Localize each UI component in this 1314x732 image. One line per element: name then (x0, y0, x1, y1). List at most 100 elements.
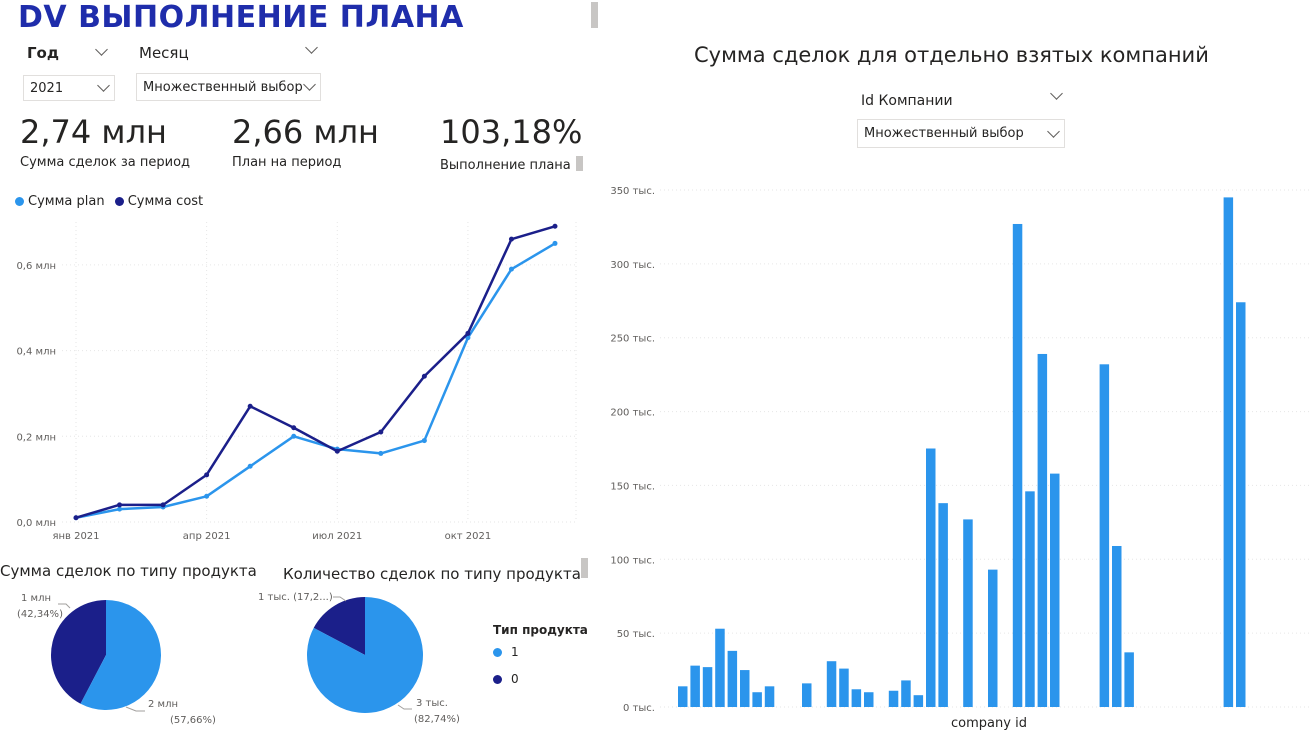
chevron-down-icon (97, 79, 110, 92)
data-point (421, 438, 427, 444)
kpi-label-percent: Выполнение плана (440, 158, 571, 173)
chevron-down-icon[interactable] (305, 41, 318, 54)
bar (963, 519, 973, 707)
scrollbar-stub[interactable] (581, 558, 588, 578)
legend-dot-cost (114, 197, 124, 206)
data-point (117, 506, 123, 512)
y-tick-label: 350 тыс. (610, 186, 655, 197)
company-dropdown[interactable]: Множественный выбор (857, 119, 1065, 148)
bar (1025, 491, 1035, 707)
legend-label-0: 0 (511, 672, 519, 686)
legend-dot-0 (493, 675, 502, 684)
scrollbar-stub[interactable] (576, 156, 583, 171)
data-point (291, 433, 297, 439)
bar-chart: 0 тыс. 50 тыс. 100 тыс. 150 тыс. 200 тыс. 250… (610, 186, 1310, 731)
slice-label: 3 тыс. (416, 698, 448, 709)
bar (913, 695, 924, 707)
pie-sum-title: Сумма сделок по типу продукта (0, 562, 257, 580)
bar (938, 503, 948, 707)
series-line-cost (75, 225, 556, 519)
pie-legend-title: Тип продукта (493, 623, 588, 637)
slice-label: 1 тыс. (17,2...) (258, 592, 333, 603)
bar (727, 650, 738, 707)
data-point (73, 515, 79, 521)
bar (926, 448, 936, 707)
bar (888, 690, 899, 707)
bar (826, 661, 837, 707)
bar (1012, 223, 1023, 707)
slice-label: (57,66%) (170, 715, 216, 726)
y-tick-label: 250 тыс. (610, 334, 655, 345)
y-tick-label: 0,0 млн (16, 518, 56, 529)
data-point (421, 373, 427, 379)
chevron-down-icon[interactable] (95, 43, 108, 56)
bar (1099, 364, 1110, 707)
bar (864, 692, 874, 707)
kpi-label-plan: План на период (232, 155, 342, 170)
leader-line (58, 603, 71, 609)
data-point (247, 463, 253, 469)
data-point (465, 330, 471, 336)
data-point (117, 502, 123, 508)
leader-line (125, 706, 145, 712)
bar (851, 689, 862, 707)
company-slicer-label: Id Компании (861, 93, 953, 109)
data-point (204, 472, 210, 478)
legend-label-1: 1 (511, 645, 519, 659)
leader-line (397, 704, 412, 710)
bar (1050, 473, 1060, 707)
data-point (160, 502, 166, 508)
year-slicer-label: Год (27, 44, 59, 62)
slice-label: (82,74%) (414, 714, 460, 725)
bar (802, 683, 812, 707)
data-point (508, 266, 514, 272)
bar (764, 686, 775, 707)
pie-legend-item: 0 (493, 672, 519, 686)
bar (690, 665, 700, 707)
year-dropdown[interactable]: 2021 (23, 75, 115, 101)
bar (1112, 545, 1122, 707)
chevron-down-icon[interactable] (1050, 87, 1063, 100)
company-dropdown-value: Множественный выбор (864, 126, 1024, 141)
x-tick-label: июл 2021 (312, 531, 362, 542)
kpi-value-sum: 2,74 млн (20, 113, 167, 151)
bar (901, 680, 911, 707)
data-point (247, 403, 253, 409)
bar (740, 670, 750, 707)
data-point (334, 448, 340, 454)
bar (1037, 353, 1048, 707)
pie-legend-item: 1 (493, 645, 519, 659)
month-dropdown[interactable]: Множественный выбор (136, 73, 321, 101)
pie-count-title: Количество сделок по типу продукта (283, 565, 581, 583)
slice-label: (42,34%) (17, 609, 63, 620)
series-line-plan (75, 242, 556, 519)
bar (678, 686, 688, 707)
y-tick-label: 0,4 млн (16, 347, 56, 358)
leader-line (333, 596, 347, 602)
data-point (204, 493, 210, 499)
legend-label-plan: Сумма plan (28, 194, 105, 209)
bar-chart-title: Сумма сделок для отдельно взятых компани… (694, 43, 1209, 67)
y-tick-label: 300 тыс. (610, 260, 655, 271)
page-title: DV ВЫПОЛНЕНИЕ ПЛАНА (18, 0, 464, 35)
line-chart: 0,0 млн 0,2 млн 0,4 млн 0,6 млн янв 2021 апр … (16, 222, 577, 542)
data-point (291, 425, 297, 431)
legend-dot-plan (15, 197, 24, 206)
bar (752, 692, 762, 707)
y-tick-label: 100 тыс. (610, 555, 655, 566)
scrollbar-stub[interactable] (591, 2, 598, 28)
slice-label: 2 млн (148, 699, 178, 710)
y-tick-label: 200 тыс. (610, 408, 655, 419)
chevron-down-icon (1047, 124, 1060, 138)
y-tick-label: 150 тыс. (610, 481, 655, 492)
month-dropdown-value: Множественный выбор (143, 79, 303, 95)
y-tick-label: 0 тыс. (623, 703, 655, 714)
data-point (378, 450, 384, 456)
bar (715, 628, 725, 707)
bar (988, 569, 998, 707)
kpi-value-plan: 2,66 млн (232, 113, 379, 151)
kpi-value-percent: 103,18% (440, 113, 583, 151)
chevron-down-icon (303, 78, 316, 91)
kpi-label-sum: Сумма сделок за период (20, 155, 191, 170)
y-tick-label: 0,2 млн (16, 432, 56, 443)
